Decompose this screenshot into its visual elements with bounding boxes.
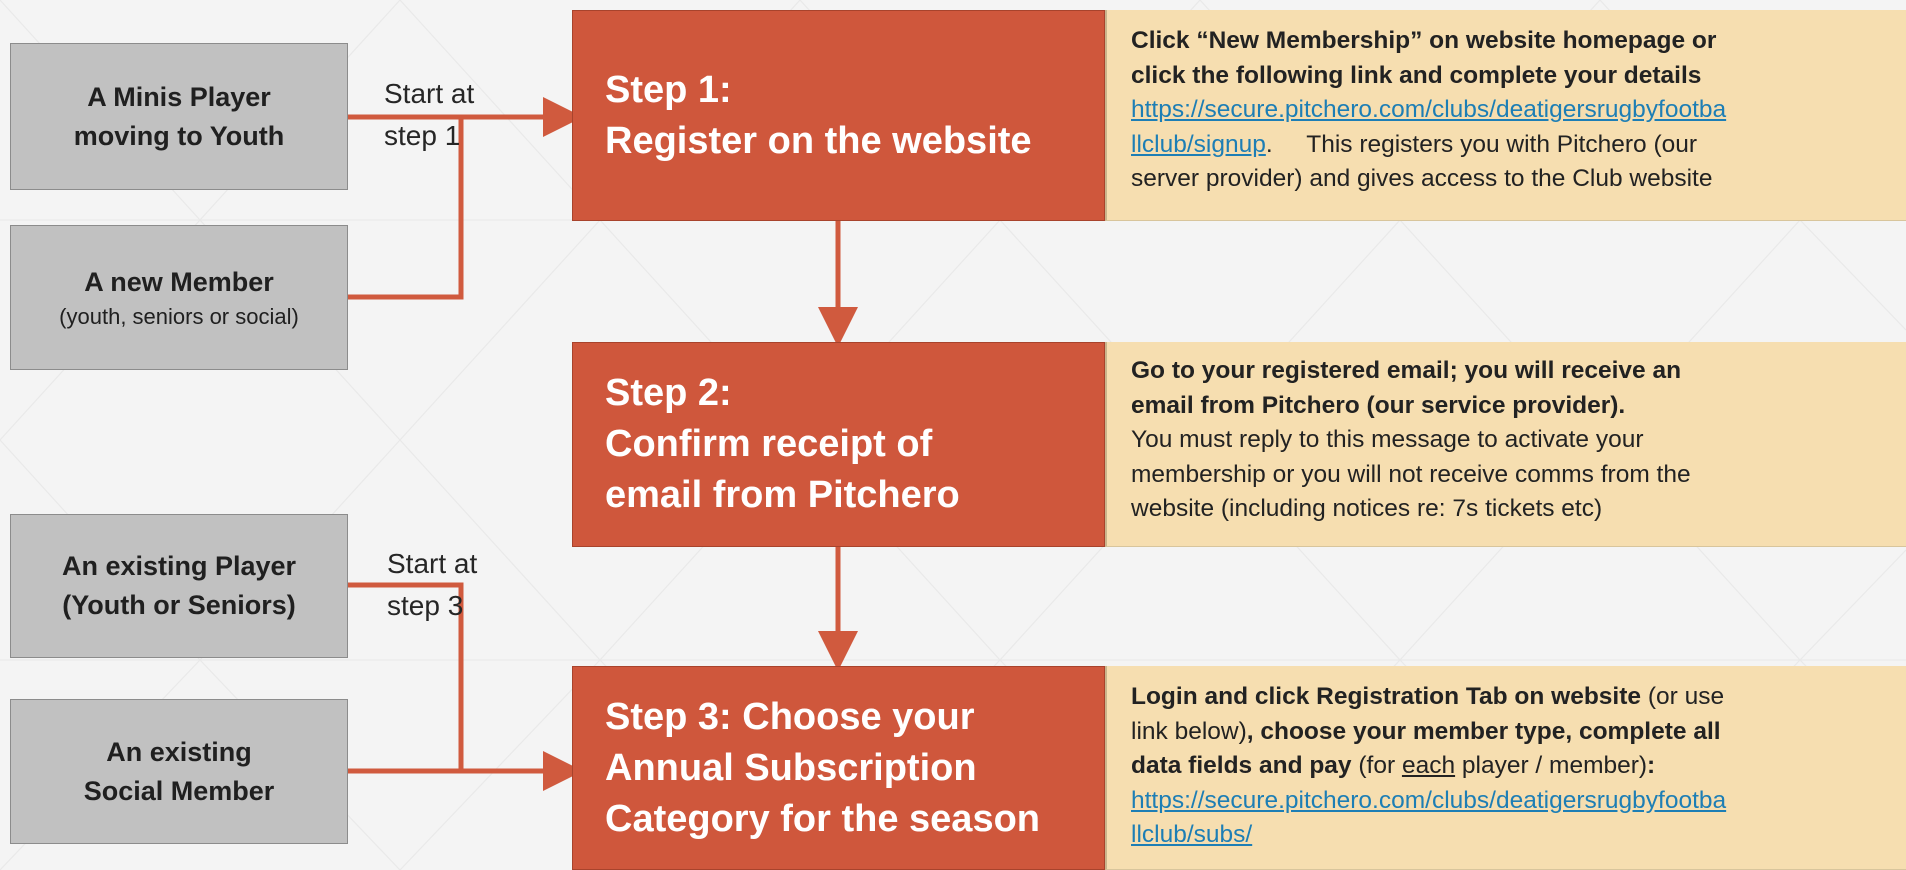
details-text: player / member) — [1455, 752, 1648, 779]
details-colon: : — [1647, 752, 1656, 779]
details-bold-line: email from Pitchero (our service provide… — [1131, 391, 1626, 419]
source-label-line-1: An existing Player — [61, 551, 297, 581]
details-text: website (including notices re: 7s ticket… — [1131, 495, 1603, 522]
step-2-box: Step 2: Confirm receipt of email from Pi… — [572, 342, 1105, 547]
source-existing-player: An existing Player (Youth or Seniors) — [10, 514, 348, 658]
details-text: link below) — [1131, 717, 1247, 745]
step-2-line-2: Confirm receipt of — [605, 423, 933, 465]
step-1-line-1: Step 1: — [605, 68, 732, 111]
step-3-box: Step 3: Choose your Annual Subscription … — [572, 666, 1105, 870]
details-text: membership or you will not receive comms… — [1131, 460, 1691, 488]
step-1-box: Step 1: Register on the website — [572, 10, 1105, 221]
entry-label-line-2: step 1 — [384, 120, 461, 151]
step-2-line-1: Step 2: — [605, 372, 732, 414]
step-3-details: Login and click Registration Tab on webs… — [1105, 666, 1906, 870]
step-3-line-1: Step 3: Choose your — [605, 695, 975, 738]
details-bold-text: Login and click Registration Tab on webs… — [1131, 683, 1642, 710]
entry-label-line-2: step 3 — [387, 590, 464, 621]
step-2-details: Go to your registered email; you will re… — [1105, 342, 1906, 547]
subs-link[interactable]: https://secure.pitchero.com/clubs/deatig… — [1131, 787, 1726, 814]
signup-link[interactable]: https://secure.pitchero.com/clubs/deatig… — [1131, 96, 1726, 123]
source-existing-social: An existing Social Member — [10, 699, 348, 844]
details-bold-line: Click “New Membership” on website homepa… — [1131, 27, 1717, 54]
entry-label-step-3: Start at step 3 — [387, 543, 477, 627]
subs-link-continued[interactable]: llclub/subs/ — [1131, 821, 1252, 848]
step-3-line-2: Annual Subscription — [605, 746, 977, 789]
source-label-line-2: (Youth or Seniors) — [62, 590, 296, 620]
source-label-line-1: A Minis Player — [87, 81, 271, 112]
source-label-line-1: An existing — [106, 736, 252, 767]
details-text: . This registers you with Pitchero (our — [1265, 130, 1698, 158]
source-label-line-1: A new Member — [84, 267, 274, 297]
details-underlined-text: each — [1401, 752, 1456, 779]
step-1-line-2: Register on the website — [605, 119, 1032, 162]
details-text: (for — [1351, 752, 1402, 779]
step-2-line-3: email from Pitchero — [605, 474, 960, 516]
details-text: server provider) and gives access to the… — [1131, 165, 1713, 192]
details-bold-line: Go to your registered email; you will re… — [1131, 357, 1682, 384]
source-new-member: A new Member (youth, seniors or social) — [10, 225, 348, 370]
signup-link-continued[interactable]: llclub/signup — [1131, 131, 1266, 158]
entry-label-line-1: Start at — [384, 78, 475, 109]
details-text: (or use — [1641, 683, 1725, 710]
source-label-line-2: moving to Youth — [73, 120, 285, 151]
step-1-details: Click “New Membership” on website homepa… — [1105, 10, 1906, 221]
source-label-line-2: Social Member — [83, 775, 275, 806]
source-minis-player: A Minis Player moving to Youth — [10, 43, 348, 190]
details-bold-text: data fields and pay — [1131, 752, 1352, 779]
details-text: You must reply to this message to activa… — [1131, 426, 1644, 453]
entry-label-step-1: Start at step 1 — [384, 73, 474, 157]
step-3-line-3: Category for the season — [605, 797, 1040, 840]
entry-label-line-1: Start at — [387, 548, 478, 579]
details-bold-line: click the following link and complete yo… — [1131, 61, 1702, 89]
details-bold-text: , choose your member type, complete all — [1246, 717, 1721, 745]
source-sublabel: (youth, seniors or social) — [59, 304, 299, 329]
